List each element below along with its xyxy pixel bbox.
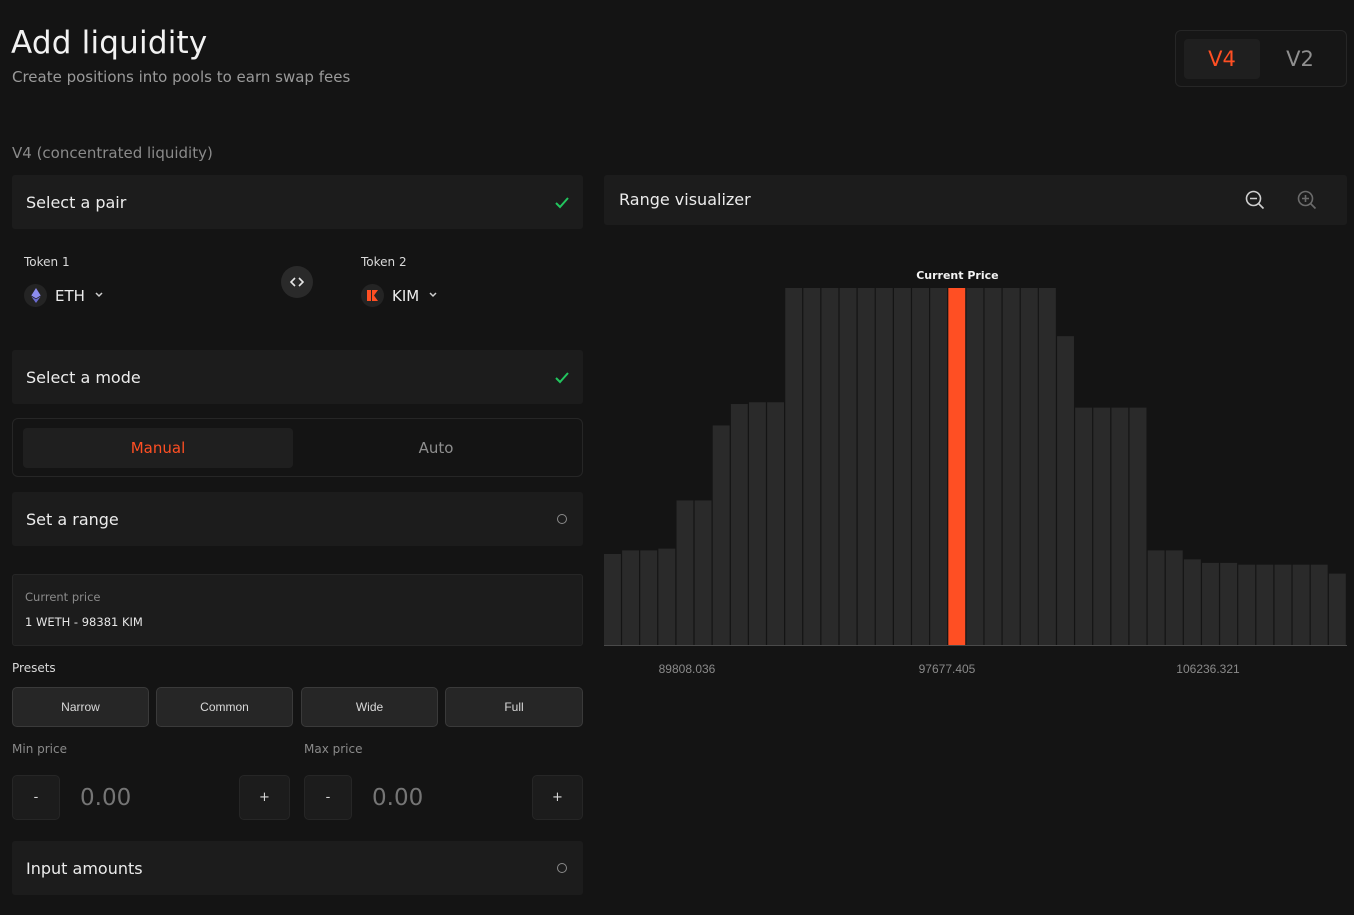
liquidity-bar bbox=[875, 288, 893, 645]
chevron-down-icon bbox=[95, 291, 103, 301]
input-amounts-step[interactable]: Input amounts bbox=[12, 841, 583, 895]
liquidity-bar bbox=[748, 402, 766, 645]
liquidity-bar bbox=[676, 500, 694, 645]
liquidity-bar bbox=[694, 500, 712, 645]
liquidity-bar bbox=[930, 288, 948, 645]
mode-toggle: Manual Auto bbox=[12, 418, 583, 477]
liquidity-bar bbox=[1238, 564, 1256, 646]
current-price-marker-label: Current Price bbox=[916, 269, 998, 282]
x-tick-label: 97677.405 bbox=[919, 662, 976, 676]
token2-symbol: KIM bbox=[392, 286, 420, 305]
liquidity-bar bbox=[1220, 562, 1238, 645]
liquidity-bar bbox=[984, 288, 1002, 645]
chevron-down-icon bbox=[429, 291, 437, 301]
max-price-decrement-button[interactable]: - bbox=[304, 775, 352, 820]
select-pair-label: Select a pair bbox=[26, 192, 127, 212]
set-range-step[interactable]: Set a range bbox=[12, 492, 583, 546]
liquidity-bar bbox=[712, 425, 730, 645]
liquidity-bar bbox=[1328, 573, 1346, 645]
min-price-label: Min price bbox=[12, 742, 67, 756]
liquidity-bar bbox=[839, 288, 857, 645]
check-icon bbox=[555, 194, 569, 213]
liquidity-bar bbox=[640, 550, 658, 645]
x-tick-label: 89808.036 bbox=[659, 662, 716, 676]
liquidity-bar bbox=[893, 288, 911, 645]
x-tick-label: 106236.321 bbox=[1176, 662, 1240, 676]
liquidity-bar bbox=[803, 288, 821, 645]
kim-logo-icon bbox=[361, 284, 384, 307]
preset-wide-button[interactable]: Wide bbox=[301, 687, 438, 727]
select-pair-step[interactable]: Select a pair bbox=[12, 175, 583, 229]
range-visualizer-title: Range visualizer bbox=[619, 190, 751, 209]
liquidity-bar bbox=[1183, 559, 1201, 645]
pending-circle-icon bbox=[557, 863, 567, 873]
preset-common-button[interactable]: Common bbox=[156, 687, 293, 727]
ethereum-icon bbox=[24, 284, 47, 307]
current-price-bar bbox=[948, 288, 966, 645]
liquidity-bar bbox=[1020, 288, 1038, 645]
liquidity-bar bbox=[821, 288, 839, 645]
page-title: Add liquidity bbox=[11, 25, 208, 61]
min-price-increment-button[interactable]: + bbox=[239, 775, 290, 820]
select-mode-step[interactable]: Select a mode bbox=[12, 350, 583, 404]
token2-label: Token 2 bbox=[361, 255, 407, 269]
liquidity-bar bbox=[1057, 336, 1074, 645]
liquidity-bar bbox=[1274, 564, 1292, 646]
page-subtitle: Create positions into pools to earn swap… bbox=[12, 68, 351, 86]
max-price-input[interactable] bbox=[372, 775, 522, 820]
liquidity-bar bbox=[658, 548, 676, 645]
liquidity-bar bbox=[1075, 407, 1093, 645]
liquidity-bar bbox=[966, 288, 984, 645]
liquidity-bar bbox=[1256, 564, 1274, 646]
version-v4-button[interactable]: V4 bbox=[1184, 39, 1260, 79]
input-amounts-label: Input amounts bbox=[26, 858, 143, 878]
mode-auto-button[interactable]: Auto bbox=[301, 428, 571, 468]
liquidity-bar bbox=[1093, 407, 1111, 645]
range-visualizer-header: Range visualizer bbox=[604, 175, 1347, 225]
pending-circle-icon bbox=[557, 514, 567, 524]
liquidity-bar bbox=[1002, 288, 1020, 645]
liquidity-bar bbox=[1038, 288, 1056, 645]
current-price-label: Current price bbox=[25, 590, 101, 604]
preset-full-button[interactable]: Full bbox=[445, 687, 583, 727]
max-price-increment-button[interactable]: + bbox=[532, 775, 583, 820]
liquidity-bar bbox=[1310, 564, 1328, 646]
liquidity-bar bbox=[604, 553, 621, 645]
version-toggle: V4 V2 bbox=[1175, 30, 1347, 87]
presets-label: Presets bbox=[12, 661, 56, 675]
token1-symbol: ETH bbox=[55, 286, 85, 305]
liquidity-bar bbox=[1202, 562, 1219, 645]
token2-selector[interactable]: KIM bbox=[361, 284, 437, 307]
preset-narrow-button[interactable]: Narrow bbox=[12, 687, 149, 727]
max-price-label: Max price bbox=[304, 742, 363, 756]
section-label: V4 (concentrated liquidity) bbox=[12, 144, 213, 162]
range-visualizer-chart: Current Price 89808.036 97677.405 106236.32… bbox=[604, 269, 1347, 676]
liquidity-bar bbox=[1292, 564, 1310, 646]
liquidity-bar bbox=[1111, 407, 1129, 645]
liquidity-bar bbox=[622, 550, 640, 645]
swap-tokens-button[interactable] bbox=[281, 266, 313, 298]
token1-label: Token 1 bbox=[24, 255, 70, 269]
liquidity-bar bbox=[912, 288, 929, 645]
liquidity-bar bbox=[1129, 407, 1147, 645]
zoom-in-icon[interactable] bbox=[1296, 189, 1318, 211]
min-price-input[interactable] bbox=[80, 775, 230, 820]
zoom-out-icon[interactable] bbox=[1244, 189, 1266, 211]
set-range-label: Set a range bbox=[26, 509, 119, 529]
liquidity-bar bbox=[730, 404, 748, 645]
liquidity-bar bbox=[785, 288, 803, 645]
version-v2-button[interactable]: V2 bbox=[1262, 39, 1338, 79]
select-mode-label: Select a mode bbox=[26, 367, 141, 387]
current-price-value: 1 WETH - 98381 KIM bbox=[25, 615, 143, 629]
mode-manual-button[interactable]: Manual bbox=[23, 428, 293, 468]
check-icon bbox=[555, 369, 569, 388]
min-price-decrement-button[interactable]: - bbox=[12, 775, 60, 820]
token1-selector[interactable]: ETH bbox=[24, 284, 103, 307]
liquidity-bar bbox=[1165, 550, 1183, 645]
current-price-box: Current price 1 WETH - 98381 KIM bbox=[12, 574, 583, 646]
liquidity-bar bbox=[1147, 550, 1165, 645]
liquidity-bar bbox=[857, 288, 875, 645]
liquidity-bar bbox=[767, 402, 785, 645]
